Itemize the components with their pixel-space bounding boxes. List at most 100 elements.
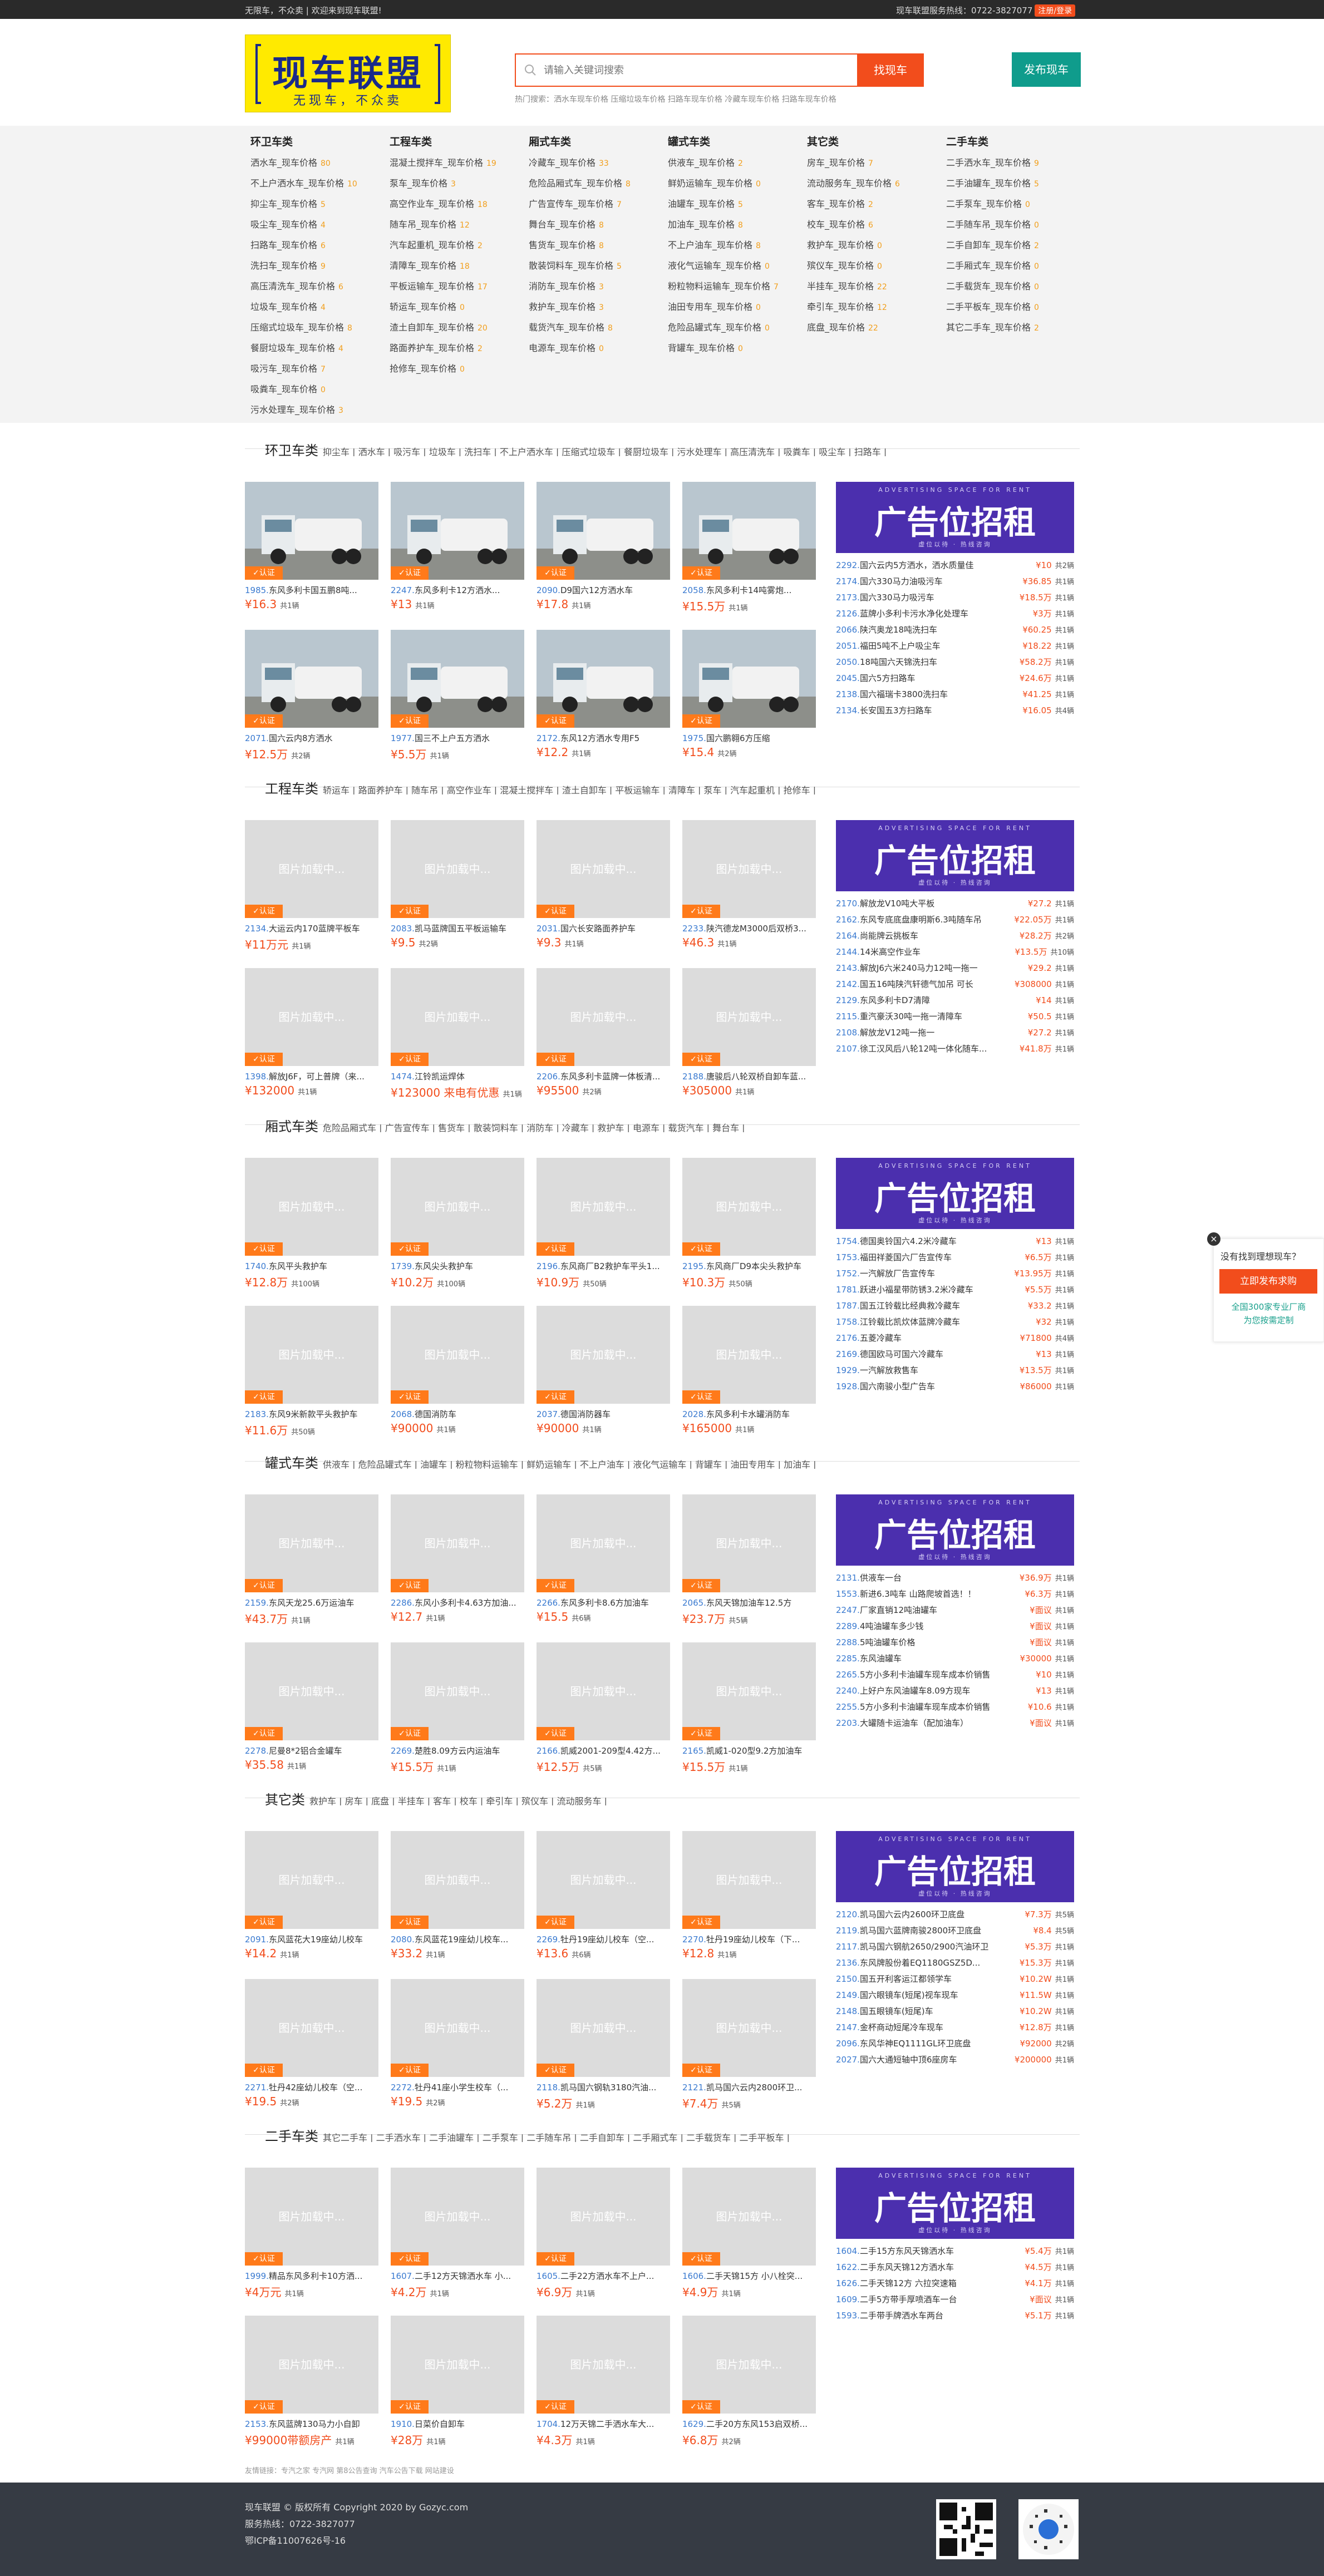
vehicle-card[interactable]: 图片加载中... ✓认证 2065.东风天锦加油车12.5方 ¥23.7万 共5辆: [682, 1494, 816, 1632]
image-placeholder[interactable]: 图片加载中...: [682, 968, 816, 1066]
vehicle-card[interactable]: 图片加载中... ✓认证 2080.东风蓝花19座幼儿校车... ¥33.2 共1辆: [391, 1831, 524, 1969]
vehicle-title[interactable]: 2188.唐骏后八轮双桥自卸车蓝...: [682, 1070, 816, 1082]
image-placeholder[interactable]: 图片加载中...: [391, 820, 524, 918]
vehicle-photo[interactable]: [391, 482, 524, 580]
list-item[interactable]: 2285.东风油罐车 ¥30000 共1辆: [836, 1651, 1074, 1667]
list-item[interactable]: 2164.尚能牌云挑板车 ¥28.2万 共2辆: [836, 928, 1074, 944]
list-item[interactable]: 2170.解放龙V10吨大平板 ¥27.2 共1辆: [836, 896, 1074, 912]
vehicle-card[interactable]: 图片加载中... ✓认证 1606.二手天锦15方 小八栓突... ¥4.9万 共1辆: [682, 2168, 816, 2306]
list-item[interactable]: 2142.国五16吨陕汽轩德气加吊 可长 ¥308000 共1辆: [836, 976, 1074, 993]
nav-item[interactable]: 扫路车_现车价格 6: [250, 235, 390, 255]
list-item[interactable]: 1626.二手天锦12方 六拉突速箱 ¥4.1万 共1辆: [836, 2276, 1074, 2292]
nav-item[interactable]: 舞台车_现车价格 8: [529, 214, 668, 235]
nav-item[interactable]: 抑尘车_现车价格 5: [250, 194, 390, 214]
vehicle-card[interactable]: 图片加载中... ✓认证 2121.凯马国六云内2800环卫... ¥7.4万 共5辆: [682, 1979, 816, 2117]
list-item[interactable]: 2134.长安国五3方扫路车 ¥16.05 共4辆: [836, 703, 1074, 719]
vehicle-photo[interactable]: [391, 630, 524, 728]
image-placeholder[interactable]: 图片加载中...: [391, 1306, 524, 1404]
vehicle-title[interactable]: 2233.陕汽德龙M3000后双桥3...: [682, 922, 816, 934]
vehicle-card[interactable]: ✓认证 1985.东风多利卡国五鹏8吨... ¥16.3 共1辆: [245, 482, 378, 620]
list-item[interactable]: 1753.福田祥菱国六厂告宣传车 ¥6.5万 共1辆: [836, 1250, 1074, 1266]
list-item[interactable]: 2147.金杯商动短尾冷车现车 ¥12.8万 共1辆: [836, 2020, 1074, 2036]
list-item[interactable]: 2203.大罐随卡运油车（配加油车） ¥面议 共1辆: [836, 1715, 1074, 1731]
vehicle-photo[interactable]: [537, 630, 670, 728]
vehicle-photo[interactable]: [682, 482, 816, 580]
list-item[interactable]: 1754.德国奥铃国六4.2米冷藏车 ¥13 共1辆: [836, 1233, 1074, 1250]
vehicle-card[interactable]: 图片加载中... ✓认证 2166.凯威2001-209型4.42方... ¥12.5…: [537, 1642, 670, 1780]
nav-item[interactable]: 消防车_现车价格 3: [529, 276, 668, 297]
image-placeholder[interactable]: 图片加载中...: [245, 2316, 378, 2414]
nav-item[interactable]: 救护车_现车价格 3: [529, 297, 668, 317]
vehicle-title[interactable]: 1606.二手天锦15方 小八栓突...: [682, 2270, 816, 2281]
list-item[interactable]: 2162.东风专底底盘康明斯6.3吨随车吊 ¥22.05万 共1辆: [836, 912, 1074, 928]
list-item[interactable]: 1758.江铃载比凯炊体蓝牌冷藏车 ¥32 共1辆: [836, 1314, 1074, 1330]
vehicle-card[interactable]: 图片加载中... ✓认证 2037.德国消防器车 ¥90000 共1辆: [537, 1306, 670, 1444]
vehicle-card[interactable]: 图片加载中... ✓认证 1739.东风尖头救护车 ¥10.2万 共100辆: [391, 1158, 524, 1296]
image-placeholder[interactable]: 图片加载中...: [391, 2316, 524, 2414]
vehicle-card[interactable]: 图片加载中... ✓认证 2270.牡丹19座幼儿校车（下... ¥12.8 共1辆: [682, 1831, 816, 1969]
vehicle-card[interactable]: 图片加载中... ✓认证 1605.二手22方洒水车不上户... ¥6.9万 共1辆: [537, 2168, 670, 2306]
vehicle-title[interactable]: 2080.东风蓝花19座幼儿校车...: [391, 1933, 524, 1945]
list-item[interactable]: 2107.徐工汉风后八轮12吨一体化随车... ¥41.8万 共1辆: [836, 1041, 1074, 1057]
vehicle-title[interactable]: 2269.牡丹19座幼儿校车（空...: [537, 1933, 670, 1945]
vehicle-title[interactable]: 2031.国六长安路面养护车: [537, 922, 670, 934]
nav-category-title[interactable]: 二手车类: [946, 134, 1085, 150]
vehicle-card[interactable]: 图片加载中... ✓认证 2286.东风小多利卡4.63方加油... ¥12.7 共1辆: [391, 1494, 524, 1632]
image-placeholder[interactable]: 图片加载中...: [245, 1494, 378, 1592]
vehicle-title[interactable]: 1605.二手22方洒水车不上户...: [537, 2270, 670, 2281]
vehicle-title[interactable]: 2272.牡丹41座小学生校车（...: [391, 2081, 524, 2093]
list-item[interactable]: 2117.凯马国六钢航2650/2900汽油环卫 ¥5.3万 共1辆: [836, 1939, 1074, 1955]
vehicle-card[interactable]: 图片加载中... ✓认证 2269.楚胜8.09方云内运油车 ¥15.5万 共1辆: [391, 1642, 524, 1780]
vehicle-card[interactable]: 图片加载中... ✓认证 2195.东风商厂D9本尖头救护车 ¥10.3万 共50辆: [682, 1158, 816, 1296]
image-placeholder[interactable]: 图片加载中...: [682, 820, 816, 918]
vehicle-card[interactable]: ✓认证 2247.东风多利卡12方洒水... ¥13 共1辆: [391, 482, 524, 620]
list-item[interactable]: 2120.凯马国六云内2600环卫底盘 ¥7.3万 共5辆: [836, 1907, 1074, 1923]
vehicle-card[interactable]: 图片加载中... ✓认证 2278.尼曼8*2铝合金罐车 ¥35.58 共1辆: [245, 1642, 378, 1780]
publish-request-button[interactable]: 立即发布求购: [1219, 1269, 1317, 1294]
publish-button[interactable]: 发布现车: [1012, 52, 1081, 87]
list-item[interactable]: 2288.5吨油罐车价格 ¥面议 共1辆: [836, 1635, 1074, 1651]
vehicle-title[interactable]: 2153.东风蓝牌130马力小自卸: [245, 2418, 378, 2429]
ad-banner[interactable]: ADVERTISING SPACE FOR RENT 广告位招租 虚位以待 · 热线…: [836, 2168, 1074, 2239]
image-placeholder[interactable]: 图片加载中...: [682, 1306, 816, 1404]
nav-item[interactable]: 油罐车_现车价格 5: [668, 194, 807, 214]
list-item[interactable]: 2115.重汽豪沃30吨一拖一清障车 ¥50.5 共1辆: [836, 1009, 1074, 1025]
vehicle-title[interactable]: 2058.东风多利卡14吨雾炮...: [682, 584, 816, 595]
nav-item[interactable]: 洒水车_现车价格 80: [250, 152, 390, 173]
image-placeholder[interactable]: 图片加载中...: [245, 1979, 378, 2077]
list-item[interactable]: 2150.国五开利客运江都领学车 ¥10.2W 共1辆: [836, 1971, 1074, 1987]
vehicle-card[interactable]: 图片加载中... ✓认证 2068.德国消防车 ¥90000 共1辆: [391, 1306, 524, 1444]
search-input[interactable]: [544, 60, 855, 80]
section-tags[interactable]: 其它二手车 | 二手洒水车 | 二手油罐车 | 二手泵车 | 二手随车吊 | 二…: [323, 2133, 790, 2142]
nav-item[interactable]: 二手随车吊_现车价格 0: [946, 214, 1085, 235]
image-placeholder[interactable]: 图片加载中...: [682, 2168, 816, 2266]
vehicle-card[interactable]: 图片加载中... ✓认证 2031.国六长安路面养护车 ¥9.3 共1辆: [537, 820, 670, 958]
vehicle-card[interactable]: ✓认证 2058.东风多利卡14吨雾炮... ¥15.5万 共1辆: [682, 482, 816, 620]
section-title[interactable]: 工程车类: [265, 781, 318, 794]
vehicle-card[interactable]: ✓认证 2071.国六云内8方洒水 ¥12.5万 共2辆: [245, 630, 378, 768]
vehicle-photo[interactable]: [682, 630, 816, 728]
nav-category-title[interactable]: 其它类: [807, 134, 946, 150]
vehicle-card[interactable]: 图片加载中... ✓认证 2083.凯马蓝牌国五平板运输车 ¥9.5 共2辆: [391, 820, 524, 958]
vehicle-card[interactable]: 图片加载中... ✓认证 2233.陕汽德龙M3000后双桥3... ¥46.3 共1辆: [682, 820, 816, 958]
nav-item[interactable]: 渣土自卸车_现车价格 20: [390, 317, 529, 338]
vehicle-card[interactable]: 图片加载中... ✓认证 2269.牡丹19座幼儿校车（空... ¥13.6 共6辆: [537, 1831, 670, 1969]
list-item[interactable]: 2108.解放龙V12吨一拖一 ¥27.2 共1辆: [836, 1025, 1074, 1041]
image-placeholder[interactable]: 图片加载中...: [245, 968, 378, 1066]
vehicle-photo[interactable]: [245, 630, 378, 728]
vehicle-card[interactable]: 图片加载中... ✓认证 1474.江铃凯运焊体 ¥123000 来电有优惠 共1辆: [391, 968, 524, 1106]
image-placeholder[interactable]: 图片加载中...: [682, 1494, 816, 1592]
nav-item[interactable]: 二手洒水车_现车价格 9: [946, 152, 1085, 173]
nav-item[interactable]: 流动服务车_现车价格 6: [807, 173, 946, 194]
vehicle-title[interactable]: 2165.凯威1-020型9.2方加油车: [682, 1745, 816, 1756]
image-placeholder[interactable]: 图片加载中...: [391, 2168, 524, 2266]
list-item[interactable]: 2143.解放J6六米240马力12吨一拖一 ¥29.2 共1辆: [836, 960, 1074, 976]
nav-item[interactable]: 半挂车_现车价格 22: [807, 276, 946, 297]
nav-item[interactable]: 垃圾车_现车价格 4: [250, 297, 390, 317]
vehicle-title[interactable]: 2134.大运云内170蓝牌平板车: [245, 922, 378, 934]
list-item[interactable]: 1929.一汽解放救售车 ¥13.5万 共1辆: [836, 1363, 1074, 1379]
vehicle-card[interactable]: 图片加载中... ✓认证 2118.凯马国六钢轨3180汽油... ¥5.2万 共1辆: [537, 1979, 670, 2117]
vehicle-card[interactable]: 图片加载中... ✓认证 2266.东风多利卡8.6方加油车 ¥15.5 共6辆: [537, 1494, 670, 1632]
vehicle-card[interactable]: 图片加载中... ✓认证 2188.唐骏后八轮双桥自卸车蓝... ¥305000 共1辆: [682, 968, 816, 1106]
nav-item[interactable]: 液化气运输车_现车价格 0: [668, 255, 807, 276]
